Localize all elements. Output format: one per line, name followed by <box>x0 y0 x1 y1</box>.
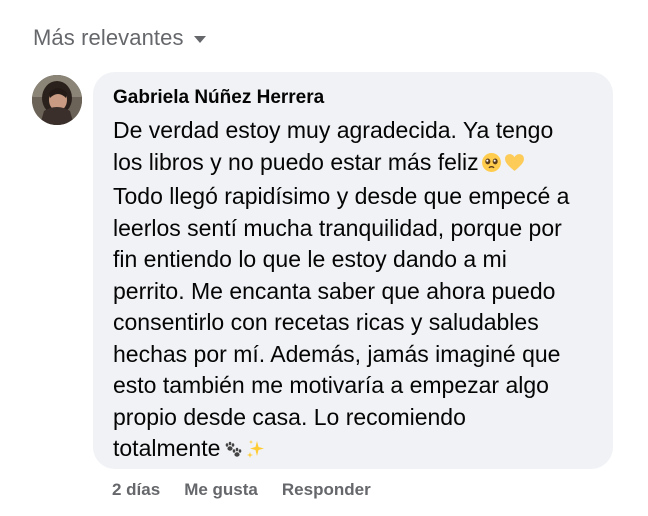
comment-author[interactable]: Gabriela Núñez Herrera <box>113 86 593 110</box>
paw-prints-emoji <box>222 436 244 468</box>
comment-actions: 2 días Me gusta Responder <box>112 480 371 500</box>
comment-timestamp[interactable]: 2 días <box>112 480 160 500</box>
reply-button[interactable]: Responder <box>282 480 371 500</box>
pleading-face-emoji <box>481 150 502 182</box>
comment-line-1: De verdad estoy muy agradecida. Ya tengo <box>113 117 554 143</box>
sort-dropdown[interactable]: Más relevantes <box>33 24 206 52</box>
sort-label: Más relevantes <box>33 25 184 50</box>
comment-line-5: fin entiendo lo que le estoy dando a mi <box>113 246 507 272</box>
comment-line-9: esto también me motivaría a empezar algo <box>113 372 549 398</box>
comment-line-3: Todo llegó rapidísimo y desde que empecé… <box>113 183 570 209</box>
comment-bubble: Gabriela Núñez Herrera De verdad estoy m… <box>93 72 613 469</box>
comment-line-7: consentirlo con recetas ricas y saludabl… <box>113 309 539 335</box>
comment-line-8: hechas por mí. Además, jamás imaginé que <box>113 340 561 367</box>
comment-line-10: propio desde casa. Lo recomiendo <box>113 403 466 430</box>
comment-text: De verdad estoy muy agradecida. Ya tengo… <box>113 115 593 468</box>
caret-down-icon <box>193 36 206 43</box>
comment-line-2: los libros y no puedo estar más feliz <box>113 148 479 175</box>
comment-line-6: perrito. Me encanta saber que ahora pued… <box>113 277 556 304</box>
sparkles-emoji <box>246 436 266 468</box>
avatar-photo-icon <box>32 75 82 125</box>
like-button[interactable]: Me gusta <box>184 480 258 500</box>
avatar[interactable] <box>32 75 82 125</box>
yellow-heart-emoji <box>504 150 525 182</box>
comment-line-11: totalmente <box>113 435 221 461</box>
comment-line-4: leerlos sentí mucha tranquilidad, porque… <box>113 214 562 241</box>
